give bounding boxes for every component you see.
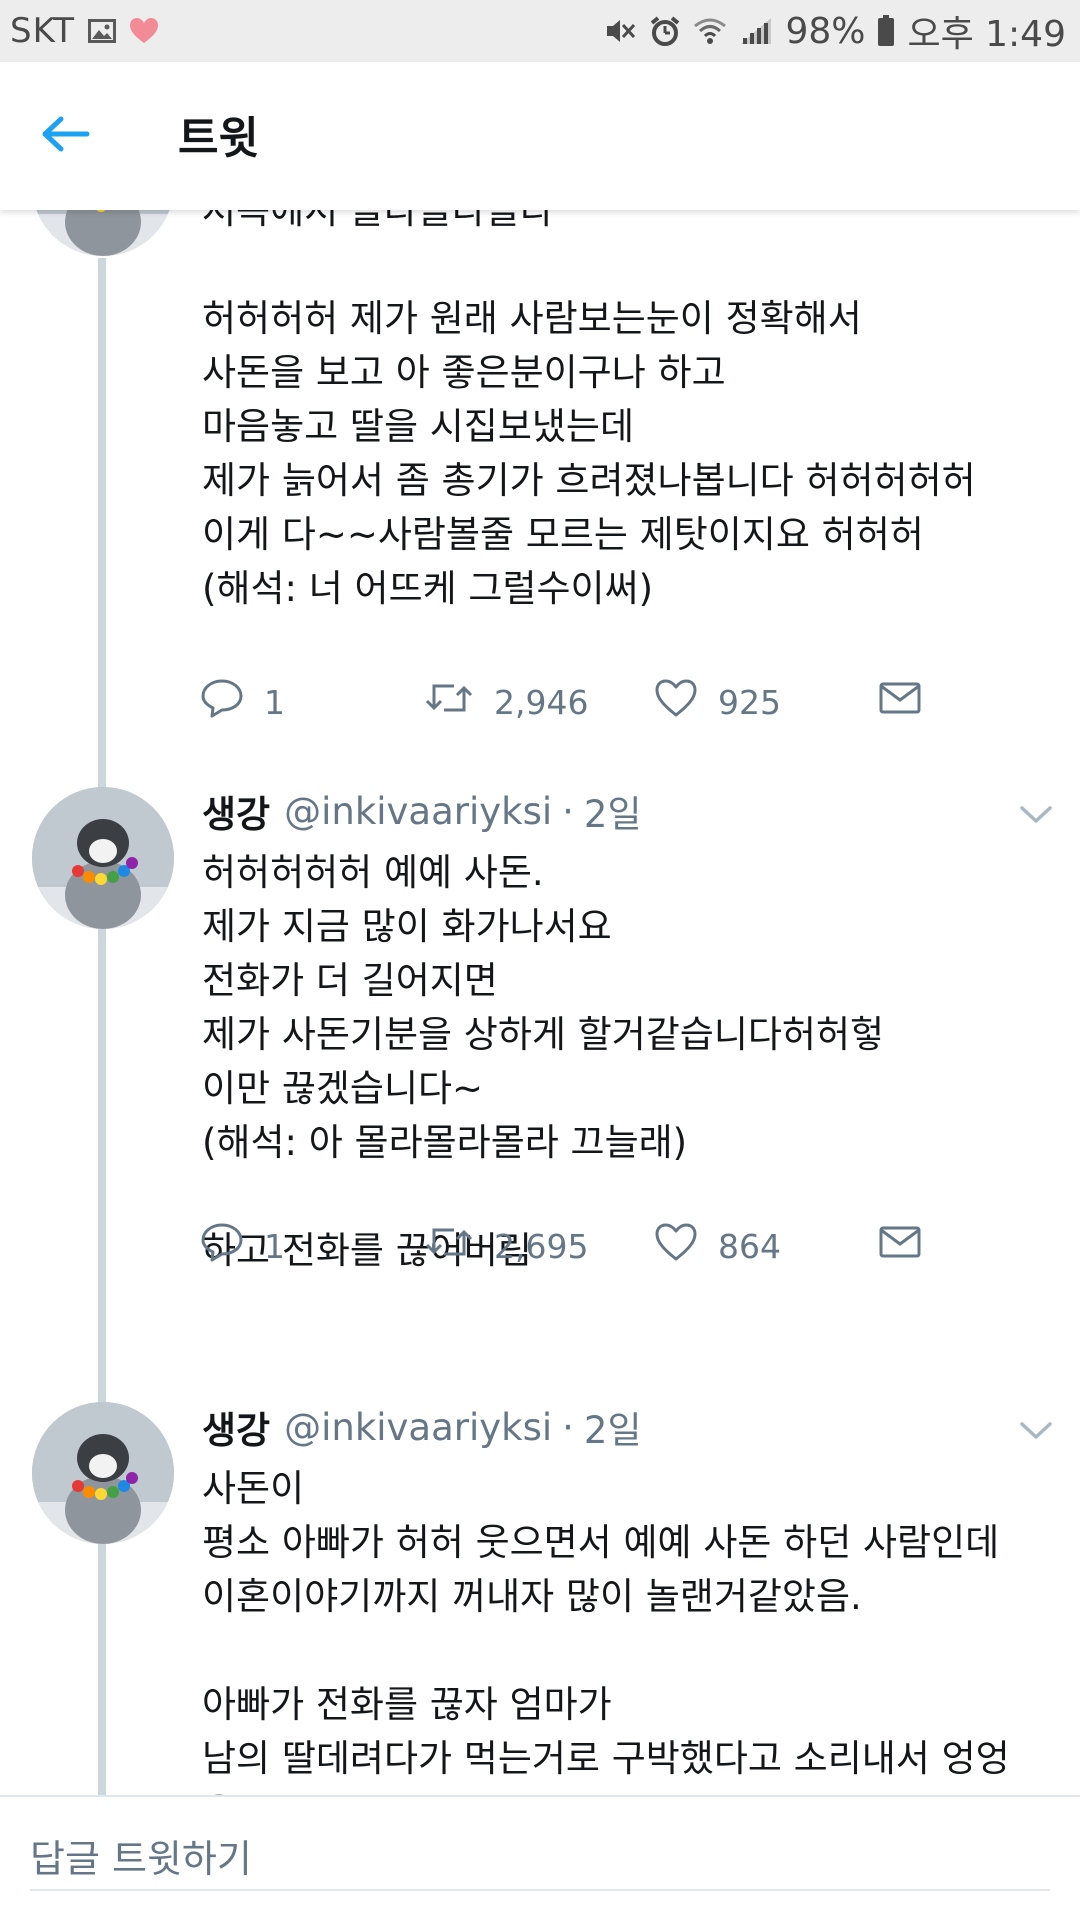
reply-input[interactable]: 답글 트윗하기 bbox=[30, 1821, 1050, 1891]
tweet-text: 저쪽에서 블라블라블라 허허허허 제가 원래 사람보는눈이 정확해서 사돈을 보… bbox=[202, 210, 976, 610]
retweet-icon bbox=[424, 1222, 474, 1270]
alarm-icon bbox=[649, 15, 681, 47]
tweet-text: 사돈이 평소 아빠가 허허 웃으면서 예예 사돈 하던 사람인데 이혼이야기까지… bbox=[202, 1467, 1010, 1795]
signal-icon bbox=[739, 16, 773, 46]
reply-count: 1 bbox=[264, 682, 285, 722]
like-icon bbox=[654, 678, 698, 726]
avatar[interactable] bbox=[32, 210, 174, 256]
like-icon bbox=[654, 1222, 698, 1270]
direct-message-button[interactable] bbox=[878, 1216, 922, 1276]
retweet-count: 2,695 bbox=[494, 1226, 589, 1266]
tweet-thread[interactable]: 저쪽에서 블라블라블라 허허허허 제가 원래 사람보는눈이 정확해서 사돈을 보… bbox=[0, 210, 1080, 1795]
envelope-icon bbox=[878, 1222, 922, 1270]
thread-line bbox=[98, 1545, 106, 1795]
tweet-header: 생강 @inkivaariyksi · 2일 bbox=[202, 784, 642, 838]
like-count: 925 bbox=[718, 682, 781, 722]
reply-button[interactable]: 1 bbox=[200, 672, 285, 732]
tweet-options-button[interactable] bbox=[1016, 1418, 1056, 1448]
battery-icon bbox=[877, 15, 895, 47]
battery-percent: 98% bbox=[785, 10, 866, 52]
reply-count: 1 bbox=[264, 1226, 285, 1266]
reply-icon bbox=[200, 678, 244, 726]
display-name[interactable]: 생강 bbox=[202, 1400, 270, 1454]
back-button[interactable] bbox=[38, 110, 94, 162]
tweet-header: 생강 @inkivaariyksi · 2일 bbox=[202, 1400, 642, 1454]
like-button[interactable]: 864 bbox=[654, 1216, 781, 1276]
status-bar-right: 98% 오후 1:49 bbox=[603, 5, 1066, 57]
envelope-icon bbox=[878, 678, 922, 726]
status-bar: SKT 98% 오후 1:49 bbox=[0, 0, 1080, 62]
user-handle[interactable]: @inkivaariyksi bbox=[284, 790, 552, 833]
tweet-time: 2일 bbox=[583, 793, 642, 836]
user-handle[interactable]: @inkivaariyksi bbox=[284, 1406, 552, 1449]
like-button[interactable]: 925 bbox=[654, 672, 781, 732]
tweet-text: 허허허허허 예예 사돈. 제가 지금 많이 화가나서요 전화가 더 길어지면 제… bbox=[202, 851, 885, 1272]
carrier-label: SKT bbox=[10, 11, 76, 51]
tweet-options-button[interactable] bbox=[1016, 802, 1056, 832]
like-count: 864 bbox=[718, 1226, 781, 1266]
retweet-count: 2,946 bbox=[494, 682, 589, 722]
tweet-actions: 1 2,946 925 bbox=[200, 672, 960, 732]
retweet-button[interactable]: 2,695 bbox=[424, 1216, 588, 1276]
reply-icon bbox=[200, 1222, 244, 1270]
retweet-icon bbox=[424, 678, 474, 726]
wifi-icon bbox=[693, 16, 727, 46]
chevron-down-icon bbox=[1019, 1420, 1053, 1446]
status-bar-left: SKT bbox=[10, 11, 159, 51]
retweet-button[interactable]: 2,946 bbox=[424, 672, 588, 732]
display-name[interactable]: 생강 bbox=[202, 784, 270, 838]
mute-icon bbox=[603, 15, 637, 47]
separator-dot: · bbox=[562, 1405, 574, 1449]
chevron-down-icon bbox=[1019, 804, 1053, 830]
avatar[interactable] bbox=[32, 1402, 174, 1544]
avatar[interactable] bbox=[32, 787, 174, 929]
direct-message-button[interactable] bbox=[878, 672, 922, 732]
heart-icon bbox=[129, 17, 159, 45]
tweet-actions: 1 2,695 864 bbox=[200, 1216, 960, 1276]
clock: 오후 1:49 bbox=[907, 14, 1066, 55]
tweet-time: 2일 bbox=[583, 1409, 642, 1452]
separator-dot: · bbox=[562, 789, 574, 833]
gallery-icon bbox=[87, 17, 117, 45]
arrow-left-icon bbox=[41, 114, 91, 158]
reply-composer: 답글 트윗하기 bbox=[0, 1795, 1080, 1920]
reply-button[interactable]: 1 bbox=[200, 1216, 285, 1276]
app-header: 트윗 bbox=[0, 62, 1080, 210]
page-title: 트윗 bbox=[178, 113, 259, 164]
